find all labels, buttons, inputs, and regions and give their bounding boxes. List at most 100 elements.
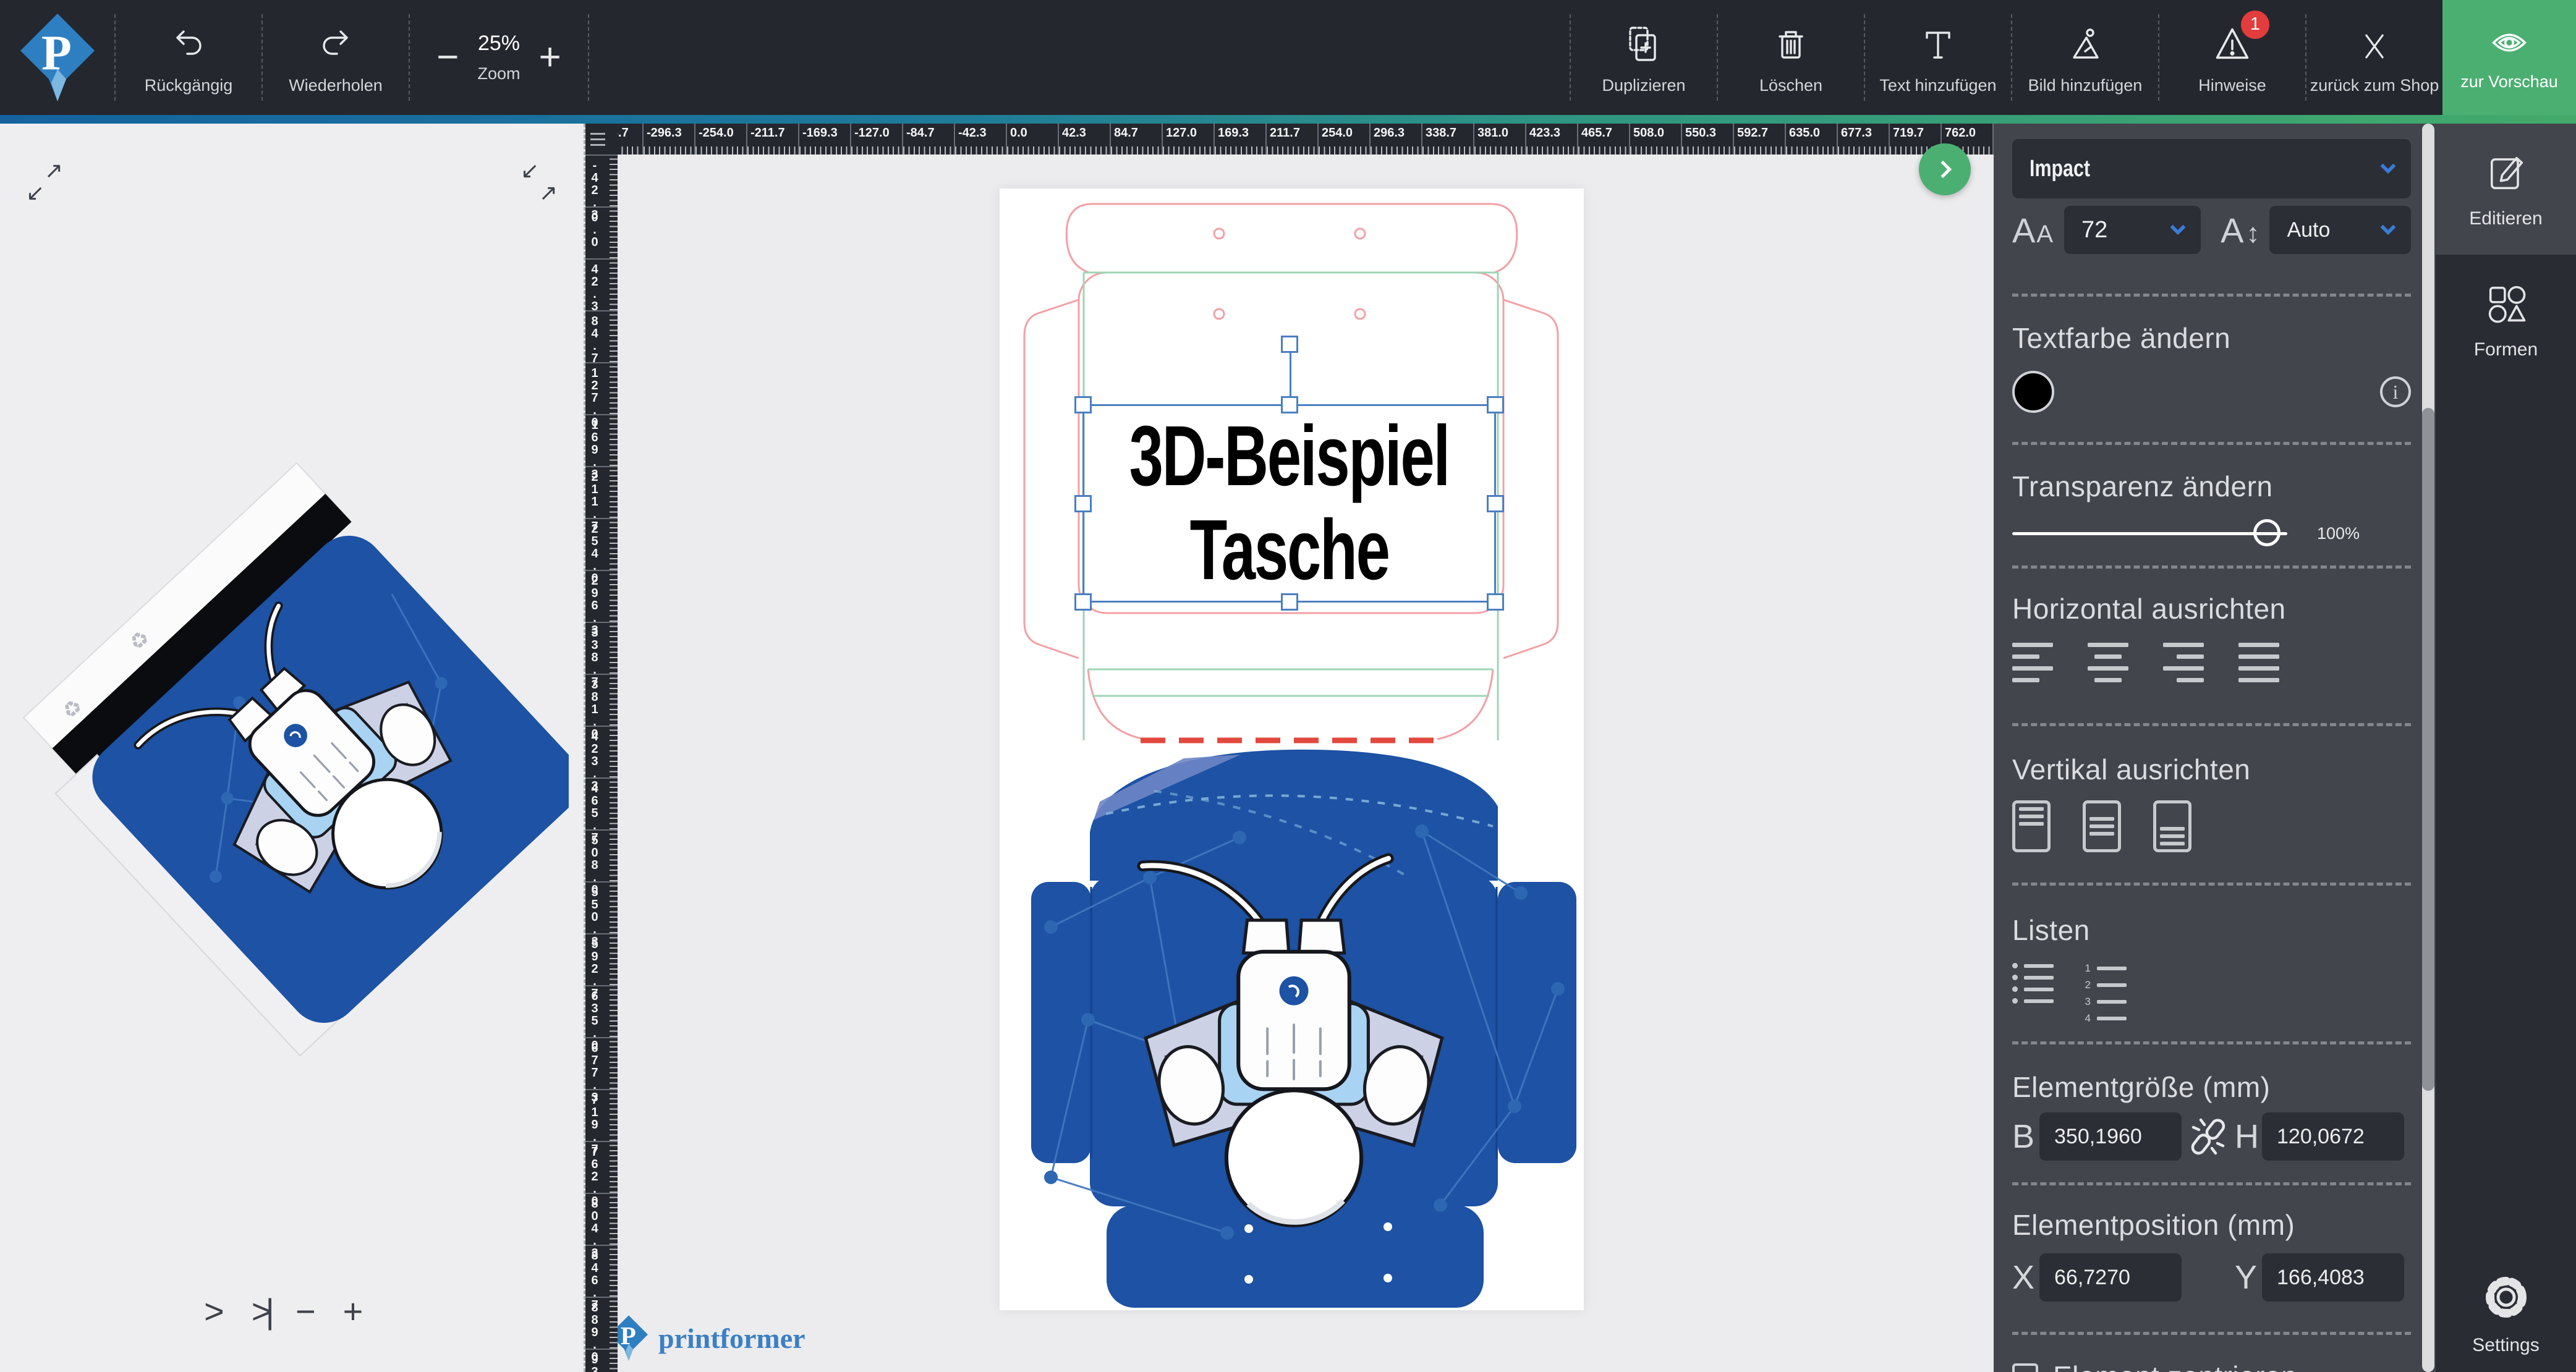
add-image-button[interactable]: Bild hinzufügen	[2012, 0, 2158, 115]
zoom-controls: − 25% Zoom +	[410, 0, 588, 115]
panel-toggle-button[interactable]	[1919, 143, 1971, 195]
zoom-out-button[interactable]: −	[436, 38, 459, 77]
zoom-value: 25%	[478, 32, 520, 56]
settings-button[interactable]: Settings	[2436, 1269, 2576, 1356]
add-image-label: Bild hinzufügen	[2028, 76, 2143, 95]
selected-text-element[interactable]: 3D-Beispiel Tasche	[1082, 404, 1496, 603]
resize-handle-middle-left[interactable]	[1074, 495, 1092, 512]
valign-middle-button[interactable]	[2083, 800, 2121, 852]
text-color-row	[2012, 371, 2411, 413]
tab-shapes-label: Formen	[2474, 339, 2538, 360]
bag-3d-preview[interactable]: ♻ ♻	[12, 284, 569, 1211]
last-view-button[interactable]: >|	[252, 1294, 268, 1329]
resize-handle-top-right[interactable]	[1487, 396, 1504, 413]
ruler-tick-label: 508.0	[1629, 124, 1681, 155]
ruler-tick-label: 423.3	[585, 726, 618, 777]
shapes-icon	[2483, 280, 2530, 327]
line-height-select[interactable]: Auto	[2269, 206, 2411, 254]
ruler-tick-label: 42.3	[1058, 124, 1110, 155]
align-left-button[interactable]	[2012, 643, 2053, 682]
font-size-icon: AA	[2012, 210, 2053, 250]
tab-edit[interactable]: Editieren	[2436, 124, 2576, 255]
width-input[interactable]: 350,1960	[2039, 1112, 2182, 1161]
chevron-down-icon	[2170, 219, 2185, 235]
delete-label: Löschen	[1759, 76, 1822, 95]
ruler-tick-label: 381.0	[1473, 124, 1525, 155]
valign-bottom-button[interactable]	[2153, 800, 2191, 852]
ruler-tick-label: 211.7	[1265, 124, 1317, 155]
undo-button[interactable]: Rückgängig	[116, 0, 261, 115]
add-image-icon	[2065, 20, 2105, 65]
ruler-tick-label: 127.0	[585, 362, 618, 414]
vertical-ruler: -42.30.042.384.7127.0169.3211.7254.0296.…	[585, 155, 618, 1372]
height-input[interactable]: 120,0672	[2262, 1112, 2404, 1161]
redo-label: Wiederholen	[289, 76, 383, 95]
x-input[interactable]: 66,7270	[2039, 1253, 2182, 1302]
section-divider	[2012, 1041, 2411, 1044]
add-text-button[interactable]: Text hinzufügen	[1865, 0, 2011, 115]
svg-text:P: P	[621, 1321, 636, 1350]
duplicate-button[interactable]: Duplizieren	[1571, 0, 1717, 115]
rotation-handle[interactable]	[1281, 336, 1298, 353]
font-family-value: Impact	[2030, 156, 2090, 182]
position-row: X 66,7270 Y 166,4083	[2012, 1253, 2411, 1302]
align-center-button[interactable]	[2088, 643, 2128, 682]
valign-top-button[interactable]	[2012, 800, 2051, 852]
ruler-tick-label: 889.0	[585, 1297, 618, 1349]
duplicate-label: Duplizieren	[1602, 76, 1685, 95]
resize-handle-middle-right[interactable]	[1487, 495, 1504, 512]
y-input[interactable]: 166,4083	[2262, 1253, 2404, 1302]
next-view-button[interactable]: >	[204, 1294, 224, 1329]
resize-handle-bottom-left[interactable]	[1074, 593, 1092, 611]
resize-handle-top-center[interactable]	[1281, 396, 1298, 413]
resize-handle-top-left[interactable]	[1074, 396, 1092, 413]
ruler-tick-label: 42.3	[585, 258, 618, 310]
valign-row	[2012, 800, 2411, 852]
unlink-icon[interactable]	[2182, 1114, 2235, 1159]
preview-zoom-out-button[interactable]: −	[295, 1294, 316, 1329]
hints-button[interactable]: 1 Hinweise	[2159, 0, 2305, 115]
ruler-tick-label: 592.7	[1733, 124, 1785, 155]
align-justify-button[interactable]	[2238, 643, 2279, 682]
resize-handle-bottom-center[interactable]	[1281, 593, 1298, 611]
preview-zoom-in-button[interactable]: +	[343, 1294, 363, 1329]
ruler-tick-label: 0.0	[1006, 124, 1058, 155]
size-label: Elementgröße (mm)	[2012, 1070, 2411, 1104]
ruler-tick-label: 254.0	[585, 518, 618, 570]
section-divider	[2012, 294, 2411, 297]
zoom-in-button[interactable]: +	[539, 38, 561, 77]
info-icon[interactable]	[2380, 376, 2411, 407]
center-element-row[interactable]: Element zentrieren	[2012, 1360, 2411, 1372]
delete-button[interactable]: Löschen	[1718, 0, 1864, 115]
redo-button[interactable]: Wiederholen	[263, 0, 409, 115]
tab-shapes[interactable]: Formen	[2436, 255, 2576, 386]
font-size-select[interactable]: 72	[2064, 206, 2201, 254]
ruler-tick-label: 508.0	[585, 829, 618, 881]
text-color-label: Textfarbe ändern	[2012, 321, 2411, 355]
resize-handle-bottom-right[interactable]	[1487, 593, 1504, 611]
ruler-tick-label: 169.3	[1214, 124, 1265, 155]
ruler-tick-label: 550.3	[1681, 124, 1733, 155]
slider-knob[interactable]	[2253, 519, 2281, 546]
numbered-list-button[interactable]: 1 2 3 4	[2083, 963, 2127, 1023]
preview-nav-controls: > >| − +	[204, 1294, 363, 1329]
ruler-tick-label: -42.3	[954, 124, 1006, 155]
panel-scrollbar[interactable]	[2422, 124, 2434, 1372]
expand-preview-icon[interactable]: ↗↙	[26, 159, 63, 204]
line-height-icon: A↕	[2221, 210, 2259, 250]
ruler-tick-label: -296.3	[642, 124, 694, 155]
app-logo[interactable]: P	[0, 0, 114, 115]
align-right-button[interactable]	[2163, 643, 2204, 682]
text-color-swatch[interactable]	[2012, 371, 2054, 413]
back-to-shop-button[interactable]: zurück zum Shop	[2306, 0, 2442, 115]
artboard[interactable]	[1000, 188, 1584, 1310]
collapse-preview-icon[interactable]: ↙↗	[521, 159, 558, 204]
preview-button[interactable]: zur Vorschau	[2442, 0, 2576, 115]
transparency-slider[interactable]	[2012, 532, 2287, 535]
font-family-select[interactable]: Impact	[2012, 139, 2411, 198]
center-element-checkbox[interactable]	[2012, 1363, 2038, 1372]
halign-row	[2012, 643, 2411, 682]
panel-scrollbar-thumb[interactable]	[2422, 408, 2434, 1091]
height-label: H	[2235, 1117, 2262, 1156]
bullet-list-button[interactable]	[2012, 963, 2054, 1004]
